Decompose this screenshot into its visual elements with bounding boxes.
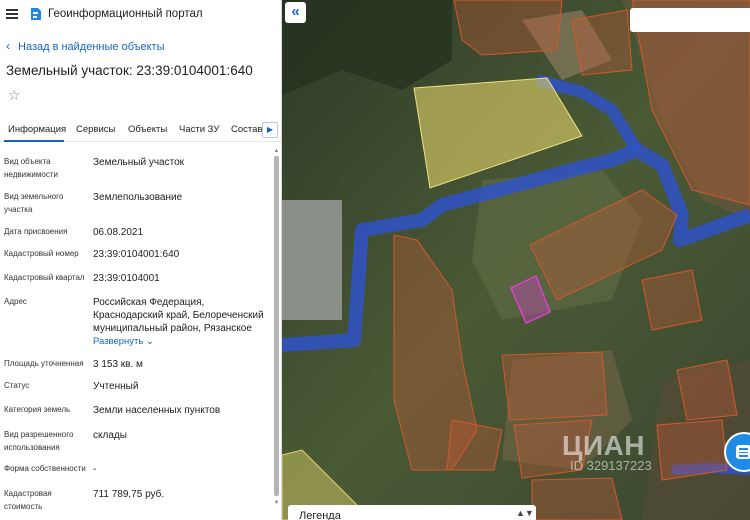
field-value: - <box>93 464 97 475</box>
field-label: Дата присвоения <box>4 227 68 236</box>
chevron-right-icon[interactable]: ▶ <box>262 122 278 138</box>
back-link-label: Назад в найденные объекты <box>18 41 165 53</box>
watermark: ЦИАН ID 329137223 <box>562 430 652 473</box>
parcel-outline[interactable] <box>676 359 738 421</box>
tab-land-parts[interactable]: Части ЗУ <box>179 124 219 135</box>
scrollbar-thumb[interactable] <box>274 156 279 496</box>
tab-composition[interactable]: Состав <box>231 124 262 135</box>
info-scrollbar[interactable]: ▲ ▼ <box>273 148 280 520</box>
field-label: Площадь уточненная <box>4 359 84 368</box>
field-value: Российская Федерация, Краснодарский край… <box>93 296 272 348</box>
field-label: Статус <box>4 381 30 390</box>
parcel-outline[interactable] <box>641 269 703 331</box>
expand-address-link[interactable]: Развернуть ⌄ <box>93 335 272 348</box>
field-label: Кадастровый квартал <box>4 273 85 282</box>
field-label: Адрес <box>4 297 27 306</box>
info-panel: Геоинформационный портал ‹ Назад в найден… <box>0 0 282 520</box>
parcel-outline[interactable] <box>453 0 563 56</box>
chevron-up-icon[interactable]: ▲ <box>273 148 280 154</box>
portal-logo-icon <box>31 8 41 20</box>
chevron-left-icon: ‹ <box>6 39 10 53</box>
app-title: Геоинформационный портал <box>48 8 203 20</box>
chevron-down-icon[interactable]: ▼ <box>273 500 280 506</box>
field-label: Кадастровый номер <box>4 249 79 258</box>
collapse-panel-icon[interactable]: « <box>285 2 306 23</box>
field-value: Землепользование <box>93 192 183 203</box>
tab-objects[interactable]: Объекты <box>128 124 167 135</box>
field-label: Форма собственности <box>4 464 86 473</box>
watermark-id: ID 329137223 <box>570 458 652 473</box>
legend-label: Легенда <box>299 510 341 520</box>
field-label: Категория земель <box>4 405 71 414</box>
field-label: Вид разрешенного использования <box>4 430 74 452</box>
tab-bar: Информация Сервисы Объекты Части ЗУ Сост… <box>0 118 281 142</box>
field-value: 711 789,75 руб. <box>93 489 165 500</box>
parcel-outline[interactable] <box>656 419 728 481</box>
field-label: Кадастровая стоимость <box>4 489 52 511</box>
map-search-box[interactable] <box>630 8 750 32</box>
active-tab-indicator <box>4 140 64 142</box>
field-label: Вид земельного участка <box>4 192 64 214</box>
star-icon[interactable]: ☆ <box>8 88 21 102</box>
legend-toggle-icon[interactable]: ▲▼ <box>516 508 534 518</box>
address-text: Российская Федерация, Краснодарский край… <box>93 297 264 334</box>
object-title: Земельный участок: 23:39:0104001:640 <box>6 63 253 78</box>
info-list: Вид объекта недвижимости Земельный участ… <box>0 146 272 520</box>
field-value: 06.08.2021 <box>93 227 144 238</box>
parcel-outline[interactable] <box>531 477 623 520</box>
chat-bubble <box>736 445 750 459</box>
field-value: склады <box>93 430 127 441</box>
field-value: Земли населенных пунктов <box>93 405 221 416</box>
field-label: Вид объекта недвижимости <box>4 157 58 179</box>
menu-icon[interactable] <box>6 9 18 19</box>
expand-label: Развернуть <box>93 336 144 347</box>
field-value: 23:39:0104001 <box>93 273 160 284</box>
legend-panel[interactable]: Легенда ▲▼ <box>288 505 536 520</box>
tab-services[interactable]: Сервисы <box>76 124 115 135</box>
field-value: Учтенный <box>93 381 139 392</box>
parcel-outline[interactable] <box>501 351 608 421</box>
satellite-map[interactable] <box>282 0 750 520</box>
parcel-outline[interactable] <box>571 9 633 76</box>
map-view[interactable] <box>282 0 750 520</box>
back-to-results-link[interactable]: ‹ Назад в найденные объекты <box>6 39 165 53</box>
chevron-down-icon: ⌄ <box>146 336 154 347</box>
tab-information[interactable]: Информация <box>8 124 66 135</box>
field-value: 3 153 кв. м <box>93 359 143 370</box>
top-bar: Геоинформационный портал <box>0 0 281 30</box>
field-value: Земельный участок <box>93 157 185 168</box>
building-roof <box>282 200 342 320</box>
field-value: 23:39:0104001:640 <box>93 249 180 260</box>
